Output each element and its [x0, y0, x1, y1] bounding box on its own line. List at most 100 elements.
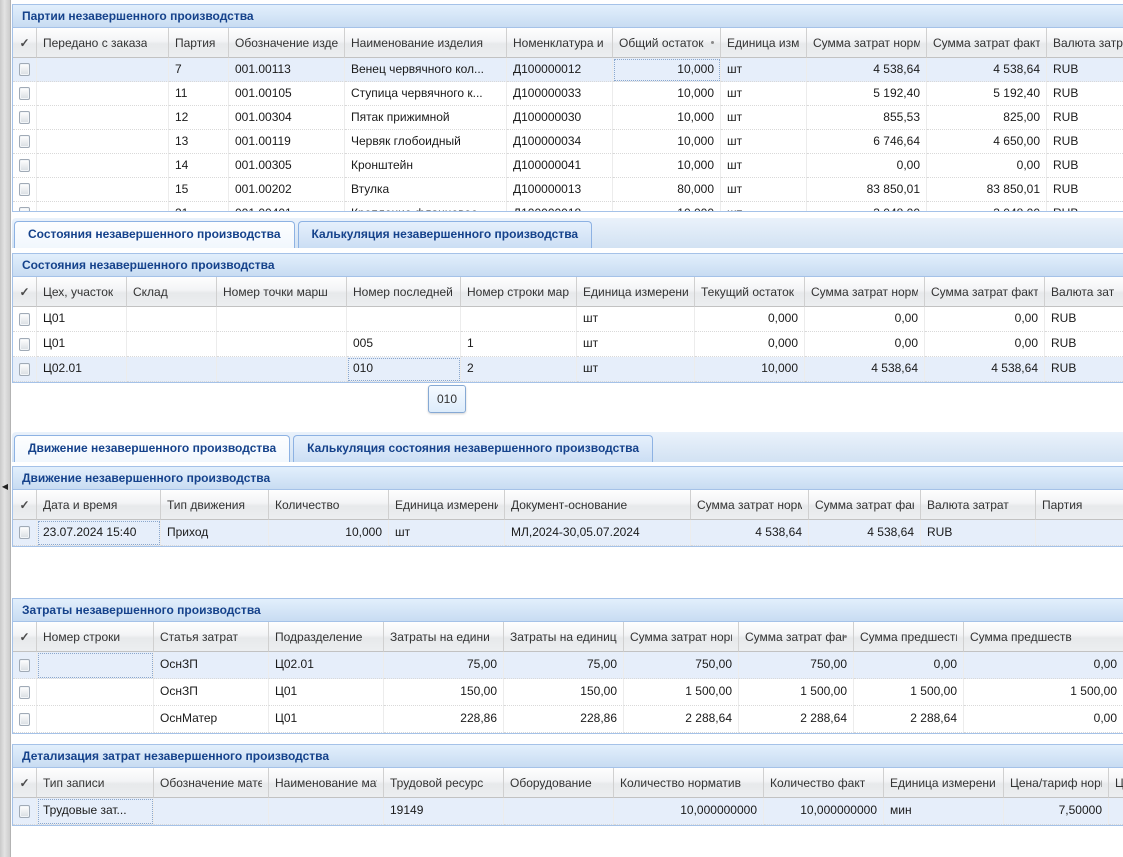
- table-cell[interactable]: [154, 798, 269, 825]
- column-header[interactable]: Наименование изделия: [345, 28, 507, 58]
- row-checkbox[interactable]: [19, 183, 30, 196]
- column-header[interactable]: Тип записи: [37, 768, 154, 798]
- checkbox-cell[interactable]: [13, 178, 37, 202]
- table-row[interactable]: 13001.00119Червяк глобоидныйД10000003410…: [13, 130, 1123, 154]
- table-cell[interactable]: [347, 307, 461, 332]
- table-cell[interactable]: 005: [347, 332, 461, 357]
- row-checkbox[interactable]: [19, 805, 30, 818]
- table-cell[interactable]: [37, 106, 169, 130]
- row-checkbox[interactable]: [19, 713, 30, 726]
- column-header[interactable]: Количество факт: [764, 768, 884, 798]
- table-cell[interactable]: шт: [577, 332, 695, 357]
- table-cell[interactable]: Д100000018: [507, 202, 613, 212]
- table-cell[interactable]: 6 746,64: [807, 130, 927, 154]
- table-cell[interactable]: [504, 798, 614, 825]
- tab-inactive[interactable]: Калькуляция состояния незавершенного про…: [293, 435, 653, 462]
- table-cell[interactable]: Ц02.01: [37, 357, 127, 382]
- column-header[interactable]: Подразделение: [269, 622, 384, 652]
- select-all-checkbox[interactable]: ✓: [13, 490, 37, 520]
- table-row[interactable]: Трудовые зат...1914910,00000000010,00000…: [13, 798, 1123, 825]
- column-header[interactable]: Сумма затрат факт: [927, 28, 1047, 58]
- table-cell[interactable]: шт: [577, 307, 695, 332]
- table-cell[interactable]: 4 538,64: [805, 357, 925, 382]
- column-header[interactable]: Статья затрат: [154, 622, 269, 652]
- table-row[interactable]: Ц010051шт0,0000,000,00RUB: [13, 332, 1123, 357]
- table-cell[interactable]: 5 192,40: [927, 82, 1047, 106]
- table-cell[interactable]: 19149: [384, 798, 504, 825]
- table-cell[interactable]: 0,000: [695, 332, 805, 357]
- table-cell[interactable]: Д100000030: [507, 106, 613, 130]
- column-header[interactable]: Номенклатура и: [507, 28, 613, 58]
- column-header[interactable]: Сумма затрат норм: [691, 490, 809, 520]
- table-cell[interactable]: RUB: [1047, 154, 1123, 178]
- tab-active[interactable]: Состояния незавершенного производства: [14, 221, 295, 248]
- table-cell[interactable]: [127, 332, 217, 357]
- column-header[interactable]: Сумма затрат факт: [739, 622, 854, 652]
- table-cell[interactable]: ОснМатер: [154, 706, 269, 733]
- checkbox-cell[interactable]: [13, 520, 37, 546]
- table-cell[interactable]: 12: [169, 106, 229, 130]
- table-cell[interactable]: RUB: [1045, 332, 1123, 357]
- table-cell[interactable]: Крепление фланцевое: [345, 202, 507, 212]
- table-row[interactable]: ОснЗПЦ01150,00150,001 500,001 500,001 50…: [13, 679, 1123, 706]
- column-header[interactable]: Общий остаток: [613, 28, 721, 58]
- column-header[interactable]: Сумма затрат факт: [925, 277, 1045, 307]
- collapse-left-icon[interactable]: ◀: [0, 481, 10, 493]
- table-cell[interactable]: 7,50000: [1004, 798, 1109, 825]
- column-header[interactable]: Наименование мат: [269, 768, 384, 798]
- table-row[interactable]: 21001.00401Крепление фланцевоеД100000018…: [13, 202, 1123, 212]
- column-header[interactable]: Номер точки марш: [217, 277, 347, 307]
- table-cell[interactable]: [127, 307, 217, 332]
- table-cell[interactable]: мин: [884, 798, 1004, 825]
- table-cell[interactable]: шт: [389, 520, 505, 546]
- table-cell[interactable]: Приход: [161, 520, 269, 546]
- table-cell[interactable]: [217, 332, 347, 357]
- select-all-checkbox[interactable]: ✓: [13, 28, 37, 58]
- table-cell[interactable]: 10,000: [269, 520, 389, 546]
- table-cell[interactable]: 001.00401: [229, 202, 345, 212]
- table-cell[interactable]: 10,000000000: [764, 798, 884, 825]
- row-checkbox[interactable]: [19, 659, 30, 672]
- row-checkbox[interactable]: [19, 63, 30, 76]
- table-cell[interactable]: RUB: [1047, 130, 1123, 154]
- checkbox-cell[interactable]: [13, 332, 37, 357]
- checkbox-cell[interactable]: [13, 357, 37, 382]
- table-cell[interactable]: 0,000: [695, 307, 805, 332]
- table-row[interactable]: 14001.00305КронштейнД10000004110,000шт0,…: [13, 154, 1123, 178]
- table-cell[interactable]: 83 850,01: [807, 178, 927, 202]
- row-checkbox[interactable]: [19, 526, 30, 539]
- table-cell[interactable]: шт: [721, 178, 807, 202]
- checkbox-cell[interactable]: [13, 130, 37, 154]
- table-cell[interactable]: 4 538,64: [807, 58, 927, 82]
- table-row[interactable]: 23.07.2024 15:40Приход10,000штМЛ,2024-30…: [13, 520, 1123, 546]
- column-header[interactable]: Количество: [269, 490, 389, 520]
- table-cell[interactable]: 75,00: [384, 652, 504, 679]
- table-cell[interactable]: 3 048,00: [927, 202, 1047, 212]
- table-cell[interactable]: 10,000: [695, 357, 805, 382]
- checkbox-cell[interactable]: [13, 106, 37, 130]
- table-cell[interactable]: RUB: [1047, 202, 1123, 212]
- column-header[interactable]: Партия: [169, 28, 229, 58]
- table-cell[interactable]: 10,000: [613, 154, 721, 178]
- table-cell[interactable]: 1 500,00: [624, 679, 739, 706]
- table-cell[interactable]: Ц01: [269, 706, 384, 733]
- table-cell[interactable]: 2 288,64: [624, 706, 739, 733]
- table-cell[interactable]: 10,000: [613, 82, 721, 106]
- table-cell[interactable]: 0,00: [927, 154, 1047, 178]
- table-cell[interactable]: шт: [721, 58, 807, 82]
- column-header[interactable]: Обозначение мате: [154, 768, 269, 798]
- table-cell[interactable]: [37, 130, 169, 154]
- table-cell[interactable]: [269, 798, 384, 825]
- table-cell[interactable]: RUB: [1045, 357, 1123, 382]
- select-all-checkbox[interactable]: ✓: [13, 622, 37, 652]
- column-header[interactable]: Единица измерени: [389, 490, 505, 520]
- column-header[interactable]: Затраты на единицу: [504, 622, 624, 652]
- table-cell[interactable]: 001.00202: [229, 178, 345, 202]
- left-splitter[interactable]: ◀: [0, 0, 11, 857]
- table-cell[interactable]: Ц01: [269, 679, 384, 706]
- table-cell[interactable]: Червяк глобоидный: [345, 130, 507, 154]
- column-header[interactable]: Обозначение изде: [229, 28, 345, 58]
- table-cell[interactable]: 0,00: [964, 706, 1123, 733]
- column-header[interactable]: Валюта затрат: [921, 490, 1036, 520]
- table-cell[interactable]: [217, 357, 347, 382]
